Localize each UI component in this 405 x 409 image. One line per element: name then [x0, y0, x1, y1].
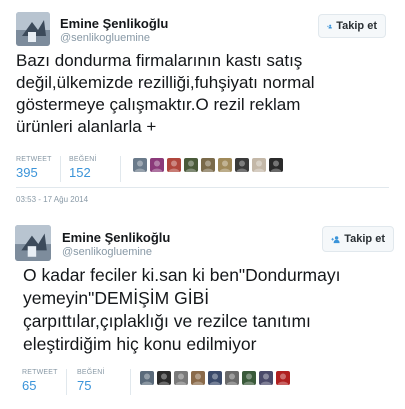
like-stat[interactable]: BEĞENİ 75	[77, 369, 105, 393]
retweet-label: RETWEET	[16, 156, 52, 163]
avatar-image	[16, 12, 50, 46]
user-avatar-icon[interactable]	[174, 371, 188, 385]
user-avatar-icon[interactable]	[150, 158, 164, 172]
like-label: BEĞENİ	[69, 156, 97, 163]
stat-divider	[130, 369, 131, 395]
tweet-text-line: ürünleri alanlarla +	[16, 117, 157, 136]
user-avatar-icon[interactable]	[157, 371, 171, 385]
user-avatar-icon[interactable]	[235, 158, 249, 172]
user-avatar-icon[interactable]	[184, 158, 198, 172]
author-avatar[interactable]	[15, 225, 51, 261]
tweet-text-line: O kadar feciler ki.san ki ben"Dondurmayı	[23, 265, 341, 285]
like-count: 152	[69, 165, 91, 180]
tweet-text-line: eleştirdiğim hiç konu edilmiyor	[23, 334, 257, 354]
tweet-timestamp[interactable]: 03:53 - 17 Ağu 2014	[16, 195, 88, 204]
user-avatar-icon[interactable]	[140, 371, 154, 385]
stat-divider	[66, 369, 67, 395]
author-handle[interactable]: @senlikogluemine	[60, 32, 150, 44]
user-avatar-icon[interactable]	[259, 371, 273, 385]
author-avatar[interactable]	[16, 12, 50, 46]
user-avatar-icon[interactable]	[201, 158, 215, 172]
avatar-image	[15, 225, 51, 261]
author-handle[interactable]: @senlikogluemine	[62, 246, 152, 258]
follow-button-label: Takip et	[344, 233, 385, 245]
user-avatar-icon[interactable]	[242, 371, 256, 385]
follow-button-label: Takip et	[336, 20, 377, 32]
follow-button[interactable]: Takip et	[322, 226, 394, 252]
user-avatar-icon[interactable]	[208, 371, 222, 385]
author-name[interactable]: Emine Şenlikoğlu	[60, 16, 168, 31]
user-avatar-icon[interactable]	[252, 158, 266, 172]
author-name[interactable]: Emine Şenlikoğlu	[62, 230, 170, 245]
tweet-text-line: değil,ülkemizde rezilliği,fuhşiyatı norm…	[16, 73, 315, 92]
tweet-text-line: Bazı dondurma firmalarının kastı satış	[16, 51, 303, 70]
follow-user-icon	[331, 234, 340, 245]
user-avatar-icon[interactable]	[269, 158, 283, 172]
retweet-label: RETWEET	[22, 369, 58, 376]
tweet-text: Bazı dondurma firmalarının kastı satış d…	[16, 50, 386, 138]
follow-user-icon	[327, 21, 332, 32]
retweet-count: 65	[22, 378, 37, 393]
user-avatar-icon[interactable]	[218, 158, 232, 172]
stat-divider	[120, 156, 121, 182]
user-avatar-icon[interactable]	[225, 371, 239, 385]
tweet-text-line: yemeyin"DEMİŞİM GİBİ	[23, 288, 210, 308]
user-avatar-icon[interactable]	[276, 371, 290, 385]
liker-avatars	[133, 158, 283, 172]
retweet-count: 395	[16, 165, 38, 180]
retweet-stat[interactable]: RETWEET 65	[22, 369, 58, 393]
follow-button[interactable]: Takip et	[318, 14, 386, 38]
divider	[16, 187, 389, 188]
tweet-text-line: göstermeye çalışmaktır.O rezil reklam	[16, 95, 301, 114]
retweet-stat[interactable]: RETWEET 395	[16, 156, 52, 180]
tweet-text: O kadar feciler ki.san ki ben"Dondurmayı…	[23, 264, 395, 356]
user-avatar-icon[interactable]	[167, 158, 181, 172]
liker-avatars	[140, 371, 290, 385]
like-stat[interactable]: BEĞENİ 152	[69, 156, 97, 180]
like-label: BEĞENİ	[77, 369, 105, 376]
tweet-card: Emine Şenlikoğlu @senlikogluemine Takip …	[0, 214, 405, 409]
tweet-card: Emine Şenlikoğlu @senlikogluemine Takip …	[0, 0, 405, 205]
like-count: 75	[77, 378, 92, 393]
stat-divider	[60, 156, 61, 182]
user-avatar-icon[interactable]	[133, 158, 147, 172]
user-avatar-icon[interactable]	[191, 371, 205, 385]
tweet-text-line: çarpıttılar,çıplaklığı ve rezilce tanıtı…	[23, 311, 311, 331]
